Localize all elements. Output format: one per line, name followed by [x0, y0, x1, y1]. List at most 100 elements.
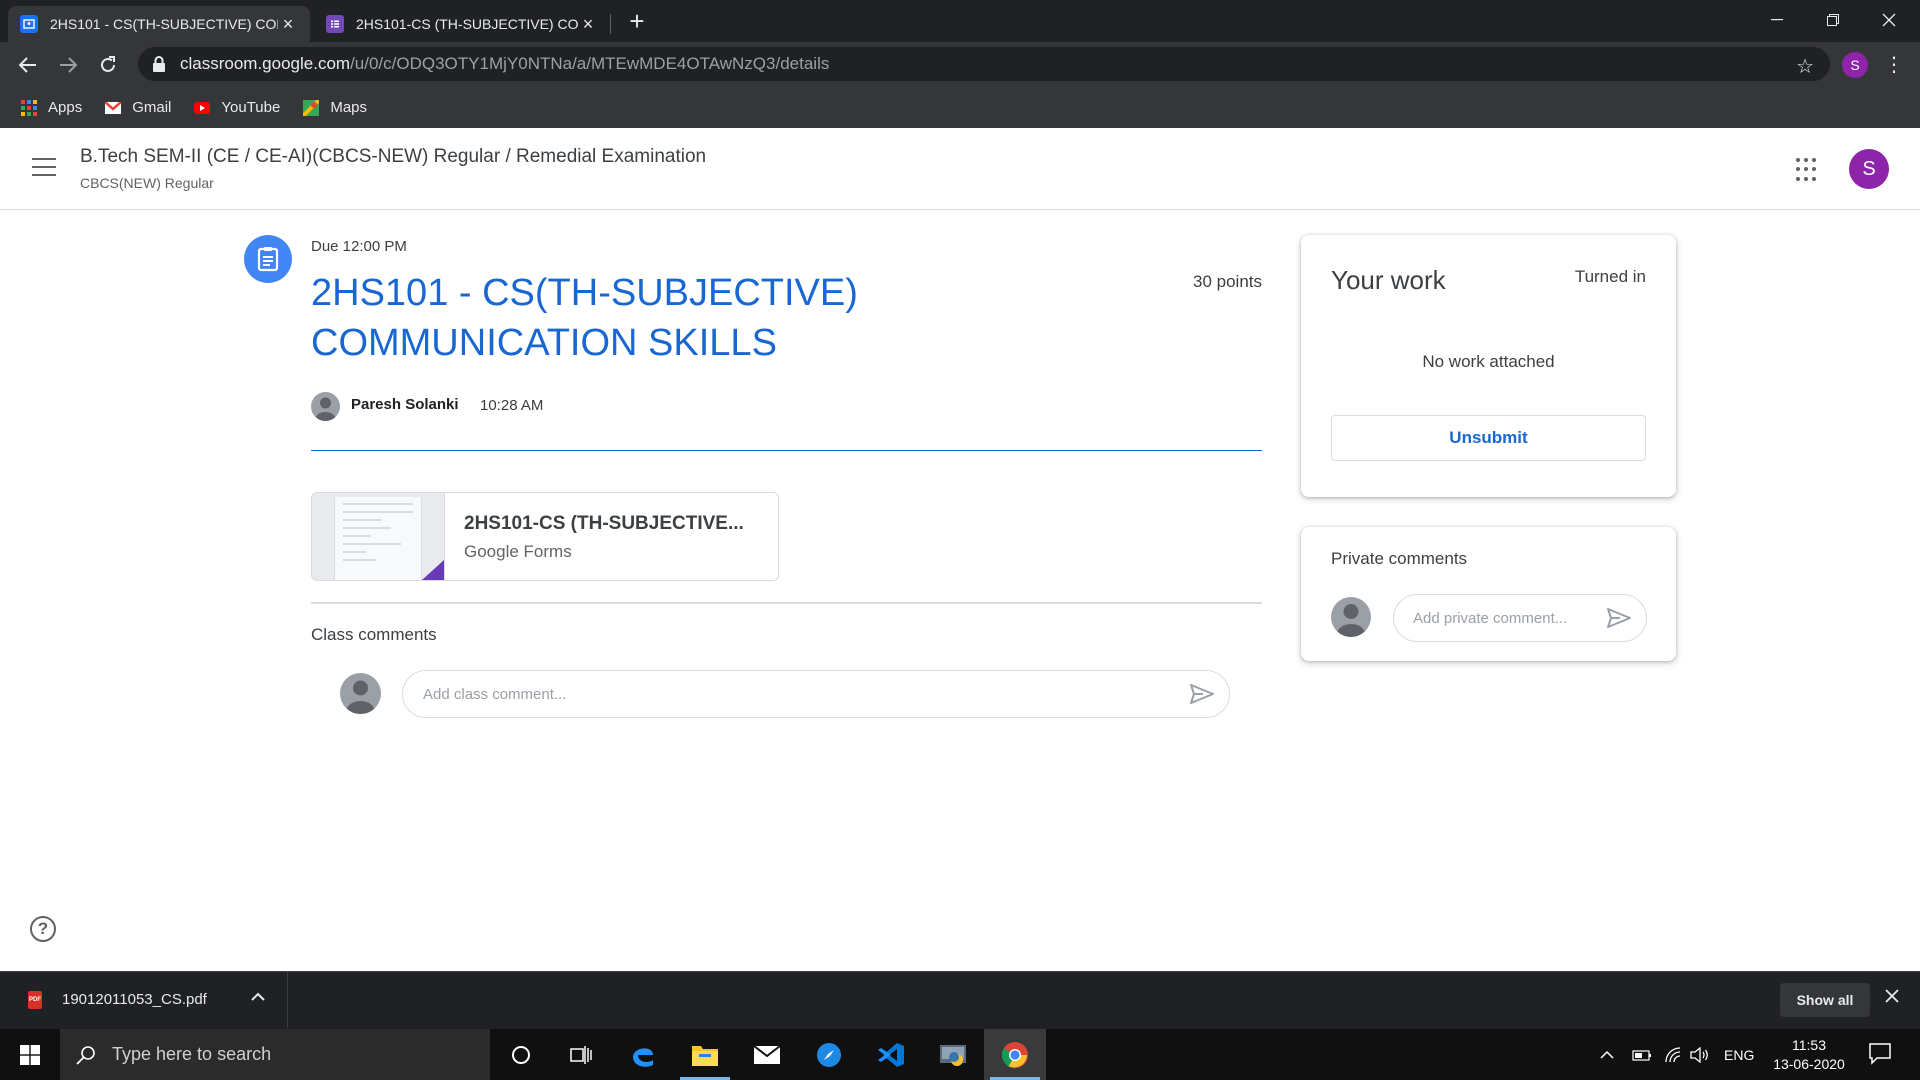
attachment-type: Google Forms — [464, 542, 572, 561]
attachment-card[interactable]: 2HS101-CS (TH-SUBJECTIVE... Google Forms — [311, 492, 779, 581]
browser-tab-bar: 2HS101 - CS(TH-SUBJECTIVE) COMMUNICATION… — [0, 0, 1920, 42]
file-explorer-icon[interactable] — [674, 1029, 736, 1080]
notification-icon[interactable] — [1868, 1041, 1894, 1067]
task-view-icon[interactable] — [550, 1029, 612, 1080]
class-comments-heading: Class comments — [311, 625, 437, 644]
system-clock[interactable]: 11:53 13-06-2020 — [1764, 1036, 1854, 1074]
bookmark-maps[interactable]: Maps — [302, 99, 367, 116]
attachment-title: 2HS101-CS (TH-SUBJECTIVE... — [464, 513, 744, 534]
author-name: Paresh Solanki — [351, 396, 459, 413]
no-work-text: No work attached — [1422, 352, 1555, 371]
due-time: Due 12:00 PM — [311, 238, 407, 255]
chrome-icon[interactable] — [984, 1029, 1046, 1080]
tab-forms[interactable]: 2HS101-CS (TH-SUBJECTIVE) COMMUNICATION … — [314, 6, 610, 42]
assignment-title: 2HS101 - CS(TH-SUBJECTIVE) COMMUNICATION… — [311, 272, 858, 364]
bookmark-apps[interactable]: Apps — [20, 99, 82, 116]
windows-start-icon[interactable] — [0, 1029, 60, 1080]
browser-menu-icon[interactable]: ⋮ — [1882, 51, 1906, 79]
clock-date: 13-06-2020 — [1773, 1056, 1845, 1072]
battery-icon[interactable] — [1632, 1029, 1652, 1080]
bookmark-youtube[interactable]: YouTube — [193, 99, 280, 116]
private-comment-placeholder: Add private comment... — [1413, 610, 1568, 627]
posted-time: 10:28 AM — [480, 397, 544, 414]
edge-icon[interactable] — [612, 1029, 674, 1080]
private-comments-heading: Private comments — [1331, 549, 1468, 568]
class-subtitle: CBCS(NEW) Regular — [80, 175, 214, 191]
private-comments-card: Private comments Add private comment... — [1301, 527, 1676, 661]
close-icon[interactable] — [1885, 986, 1899, 1009]
assignment-points: 30 points — [1193, 272, 1262, 291]
bookmark-star-icon[interactable]: ☆ — [1796, 54, 1814, 79]
apps-grid-icon — [20, 99, 38, 116]
status-badge: Turned in — [1574, 267, 1646, 286]
show-hidden-icons[interactable] — [1600, 1029, 1614, 1080]
classroom-icon — [20, 15, 38, 33]
python-app-icon[interactable] — [922, 1029, 984, 1080]
show-all-button[interactable]: Show all — [1780, 983, 1870, 1017]
close-icon[interactable]: × — [278, 14, 298, 35]
new-tab-button[interactable]: + — [622, 6, 652, 36]
vscode-icon[interactable] — [860, 1029, 922, 1080]
download-item[interactable]: PDF 19012011053_CS.pdf — [0, 972, 288, 1028]
send-icon[interactable] — [1189, 683, 1215, 705]
input-language[interactable]: ENG — [1724, 1029, 1754, 1080]
window-close-icon[interactable] — [1866, 0, 1912, 40]
url-host: classroom.google.com — [180, 54, 351, 73]
search-icon — [76, 1045, 95, 1065]
search-placeholder: Type here to search — [112, 1044, 272, 1064]
bookmark-label: Apps — [48, 99, 83, 116]
forms-icon — [326, 15, 344, 33]
user-avatar — [340, 673, 381, 714]
bookmark-label: Maps — [330, 99, 368, 116]
reload-icon[interactable] — [92, 49, 124, 81]
classroom-header: B.Tech SEM-II (CE / CE-AI)(CBCS-NEW) Reg… — [0, 128, 1920, 210]
mail-icon[interactable] — [736, 1029, 798, 1080]
private-comment-input[interactable]: Add private comment... — [1393, 594, 1647, 642]
forms-corner-icon — [422, 560, 444, 580]
pdf-file-icon: PDF — [28, 991, 42, 1009]
volume-icon[interactable] — [1690, 1029, 1710, 1080]
windows-taskbar: Type here to search ENG 11:53 13-06-2020 — [0, 1029, 1920, 1080]
download-file-name: 19012011053_CS.pdf — [62, 991, 207, 1008]
bookmark-label: YouTube — [221, 99, 281, 116]
browser-toolbar: classroom.google.com/u/0/c/ODQ3OTY1MjY0N… — [0, 42, 1920, 87]
help-icon[interactable]: ? — [30, 916, 56, 942]
class-comment-input[interactable]: Add class comment... — [402, 670, 1230, 718]
bookmark-gmail[interactable]: Gmail — [104, 99, 171, 116]
author-avatar — [311, 392, 340, 421]
restore-icon[interactable] — [1810, 0, 1856, 40]
main-menu-icon[interactable] — [32, 158, 56, 176]
forward-icon[interactable] — [52, 49, 84, 81]
send-icon[interactable] — [1606, 607, 1632, 629]
divider — [311, 602, 1262, 604]
maps-icon — [302, 99, 320, 116]
url-text: classroom.google.com/u/0/c/ODQ3OTY1MjY0N… — [180, 54, 829, 74]
address-bar[interactable]: classroom.google.com/u/0/c/ODQ3OTY1MjY0N… — [138, 47, 1830, 81]
bookmark-label: Gmail — [132, 99, 172, 116]
unsubmit-button[interactable]: Unsubmit — [1331, 415, 1646, 461]
close-icon[interactable]: × — [578, 14, 598, 35]
browser-compass-icon[interactable] — [798, 1029, 860, 1080]
download-shelf: PDF 19012011053_CS.pdf Show all — [0, 971, 1920, 1029]
class-comment-placeholder: Add class comment... — [423, 686, 567, 703]
divider — [311, 450, 1262, 451]
class-title[interactable]: B.Tech SEM-II (CE / CE-AI)(CBCS-NEW) Reg… — [80, 146, 706, 168]
tab-title: 2HS101 - CS(TH-SUBJECTIVE) COMMUNICATION… — [50, 16, 278, 32]
clock-time: 11:53 — [1792, 1037, 1826, 1053]
minimize-icon[interactable] — [1754, 0, 1800, 40]
chevron-up-icon[interactable] — [251, 988, 265, 1006]
taskbar-search[interactable]: Type here to search — [60, 1029, 490, 1080]
gmail-icon — [104, 100, 122, 116]
bookmarks-bar: Apps Gmail YouTube Maps — [0, 87, 1920, 128]
url-path: /u/0/c/ODQ3OTY1MjY0NTNa/a/MTEwMDE4OTAwNz… — [350, 54, 830, 73]
tab-classroom[interactable]: 2HS101 - CS(TH-SUBJECTIVE) COMMUNICATION… — [8, 6, 310, 42]
cortana-icon[interactable] — [490, 1029, 552, 1080]
back-icon[interactable] — [12, 49, 44, 81]
browser-profile-avatar[interactable]: S — [1842, 52, 1868, 78]
attachment-thumbnail — [312, 493, 445, 580]
lock-icon — [153, 56, 165, 72]
wifi-icon[interactable] — [1664, 1029, 1682, 1080]
your-work-card: Your work Turned in No work attached Uns… — [1301, 235, 1676, 497]
google-apps-icon[interactable] — [1796, 158, 1820, 182]
account-avatar[interactable]: S — [1849, 149, 1889, 189]
